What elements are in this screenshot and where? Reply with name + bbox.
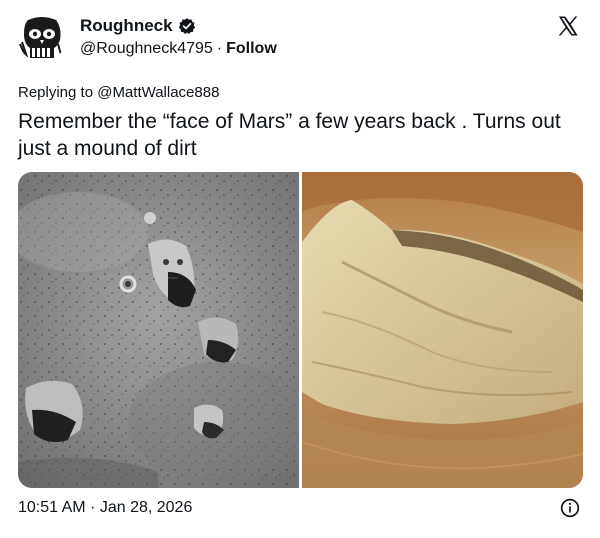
skull-avatar-icon [18,14,66,62]
handle-separator: · [216,40,223,57]
info-icon[interactable] [560,498,580,518]
avatar[interactable] [18,14,66,62]
follow-button[interactable]: Follow [226,40,277,58]
display-name[interactable]: Roughneck [80,16,173,36]
media-image-mound-closeup[interactable] [302,172,583,488]
verified-badge-icon [178,18,195,35]
user-name-row: Roughneck [80,16,196,36]
handle-row: @Roughneck4795 · Follow [80,40,277,58]
replying-to[interactable]: Replying to @MattWallace888 [18,84,219,101]
tweet-timestamp[interactable]: 10:51 AM · Jan 28, 2026 [18,499,192,517]
x-logo-icon[interactable] [556,14,580,38]
tweet-text: Remember the “face of Mars” a few years … [18,110,561,160]
user-handle[interactable]: @Roughneck4795 [80,40,213,58]
tweet-media[interactable] [18,172,583,488]
media-image-viking-face[interactable] [18,172,299,488]
